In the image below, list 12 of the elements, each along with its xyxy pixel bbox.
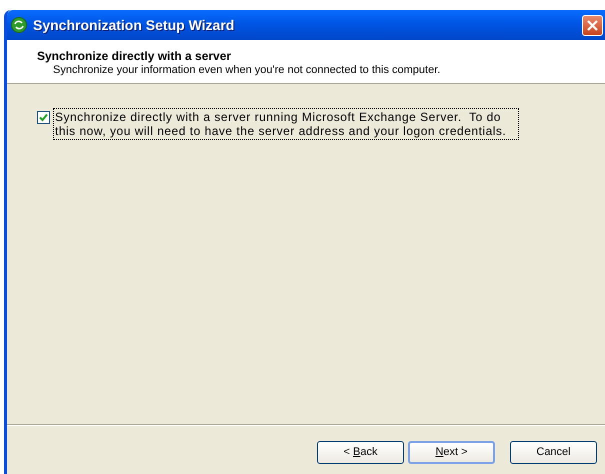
checkbox-label[interactable]: Synchronize directly with a server running Microsoft Exchange Server. To do this now, you will need to have the server address and your logon credentials. (53, 108, 519, 140)
wizard-button[interactable]: Cancel (510, 441, 597, 464)
wizard-button[interactable]: < Back (317, 441, 404, 464)
sync-icon (11, 17, 27, 33)
check-icon (39, 113, 48, 122)
close-button[interactable] (582, 14, 603, 36)
page-subtitle: Synchronize your information even when you're not connected to this computer. (52, 63, 442, 77)
close-icon (587, 20, 598, 30)
page-title: Synchronize directly with a server (37, 49, 232, 63)
checkbox[interactable] (37, 111, 50, 124)
wizard-button[interactable]: Next > (408, 441, 495, 464)
window-title: Synchronization Setup Wizard (33, 16, 234, 35)
